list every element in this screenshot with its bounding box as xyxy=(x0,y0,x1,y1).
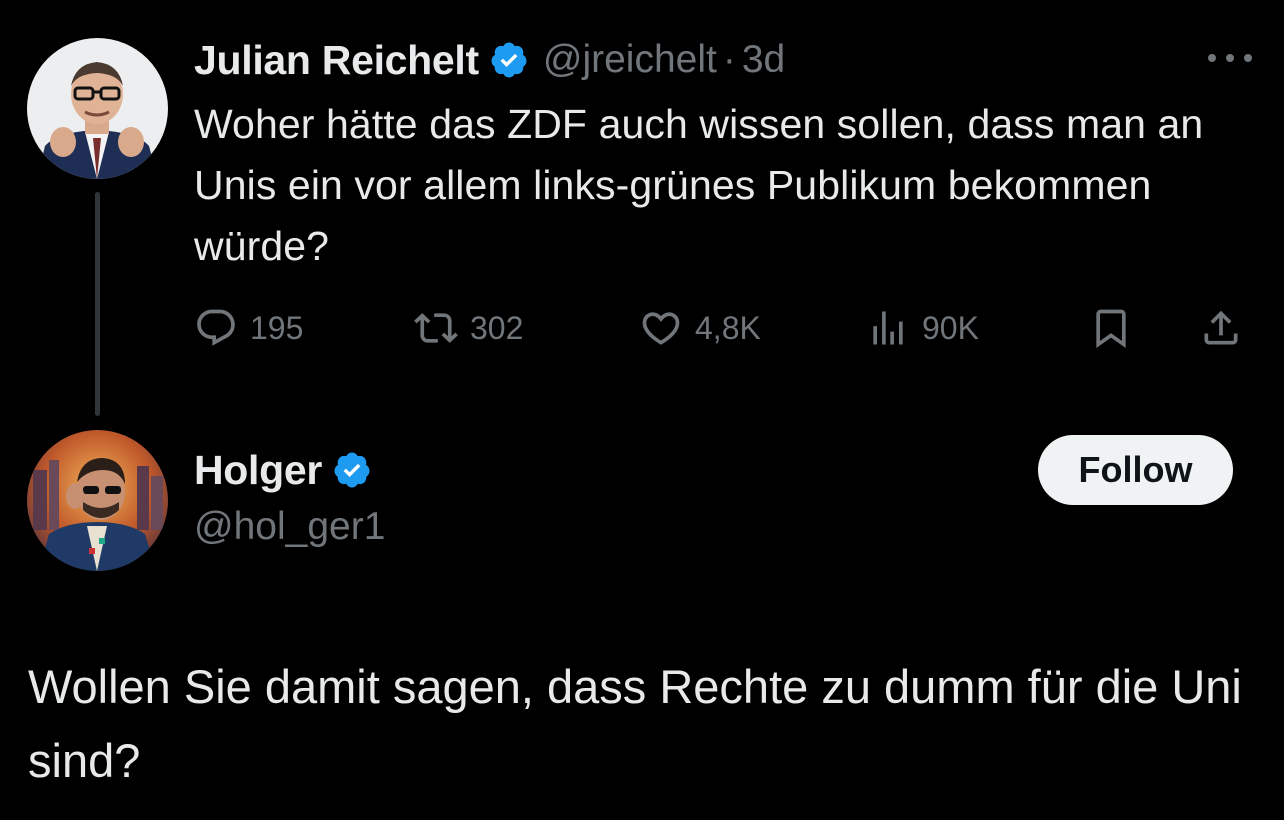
separator-dot: · xyxy=(722,38,736,81)
author-handle[interactable]: @jreichelt xyxy=(543,38,717,82)
author-name[interactable]: Holger xyxy=(194,447,322,494)
retweet-count: 302 xyxy=(470,309,524,346)
views-button[interactable]: 90K xyxy=(866,300,979,356)
share-button[interactable] xyxy=(1199,300,1243,356)
avatar[interactable] xyxy=(27,430,168,571)
retweet-button[interactable]: 302 xyxy=(414,300,523,356)
tweet-header: Julian Reichelt @jreichelt · 3d xyxy=(194,32,785,88)
author-name[interactable]: Julian Reichelt xyxy=(194,37,479,84)
reply-text: Wollen Sie damit sagen, dass Rechte zu d… xyxy=(28,660,1242,787)
views-count: 90K xyxy=(922,309,979,346)
follow-button[interactable]: Follow xyxy=(1038,435,1233,505)
reply-button[interactable]: 195 xyxy=(194,300,303,356)
author-handle[interactable]: @hol_ger1 xyxy=(194,505,385,549)
views-icon xyxy=(866,306,910,350)
like-button[interactable]: 4,8K xyxy=(639,300,761,356)
tweet-timestamp[interactable]: 3d xyxy=(742,38,785,82)
bookmark-icon xyxy=(1089,306,1133,350)
like-count: 4,8K xyxy=(695,309,761,346)
reply-header: Holger xyxy=(194,442,372,498)
tweet-actions: 195 302 4,8K 90K xyxy=(194,300,1254,356)
verified-badge-icon xyxy=(489,40,529,80)
avatar[interactable] xyxy=(27,38,168,179)
reply-icon xyxy=(194,306,238,350)
tweet-text: Woher hätte das ZDF auch wissen sollen, … xyxy=(194,101,1204,269)
reply-count: 195 xyxy=(250,309,304,346)
like-icon xyxy=(639,306,683,350)
more-icon[interactable] xyxy=(1208,48,1252,68)
thread-connector-line xyxy=(95,192,100,416)
bookmark-button[interactable] xyxy=(1089,300,1133,356)
share-icon xyxy=(1199,306,1243,350)
verified-badge-icon xyxy=(332,450,372,490)
retweet-icon xyxy=(414,306,458,350)
